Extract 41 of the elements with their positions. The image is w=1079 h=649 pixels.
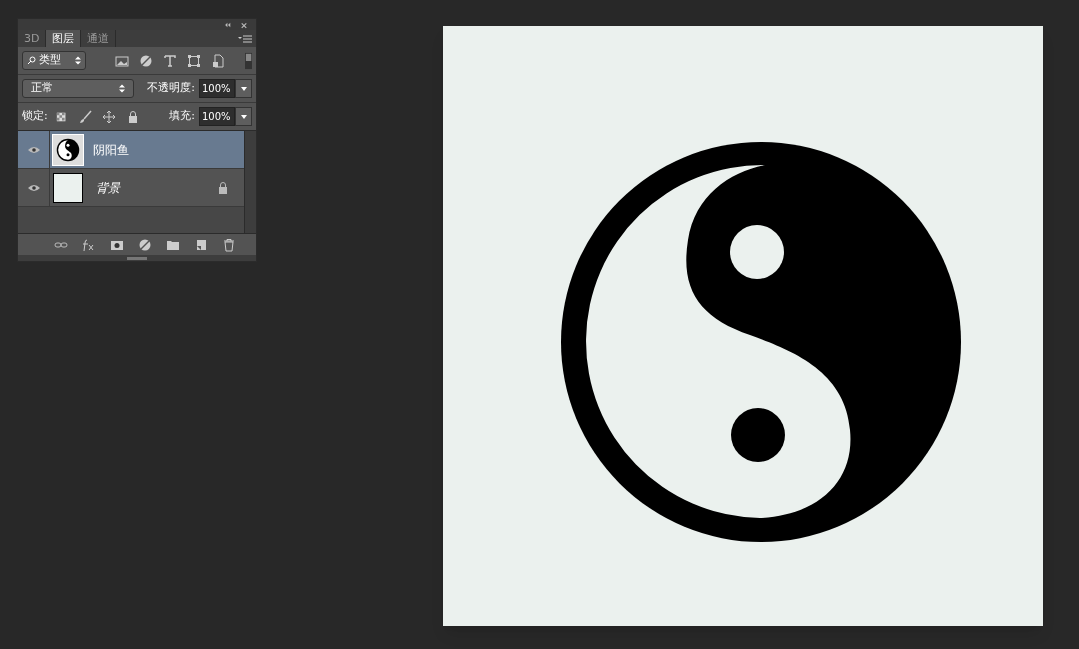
up-down-arrows-icon (119, 84, 125, 93)
lock-label: 锁定: (22, 108, 48, 125)
fill-dropdown-button[interactable] (235, 107, 252, 126)
fill-label: 填充: (169, 108, 195, 125)
image-filter-icon[interactable] (114, 53, 129, 68)
adjustment-filter-icon[interactable] (138, 53, 153, 68)
layer-name: 阴阳鱼 (93, 141, 129, 159)
caret-icon (240, 114, 247, 119)
opacity-field[interactable]: 100% (199, 79, 235, 98)
filter-value: 类型 (39, 52, 62, 69)
yin-yang-thumbnail (52, 133, 84, 166)
type-filter-icon[interactable] (162, 53, 177, 68)
blend-mode-dropdown[interactable]: 正常 (22, 79, 134, 98)
panel-tab[interactable]: 图层 (46, 30, 82, 47)
filter-type-dropdown[interactable]: 类型 (22, 51, 86, 70)
brush-icon[interactable] (77, 109, 92, 124)
up-down-arrows-icon (74, 56, 81, 65)
layer-name: 背景 (96, 179, 120, 197)
panel-menu-icon[interactable] (238, 34, 252, 44)
eye-icon[interactable] (27, 183, 40, 192)
fill-field[interactable]: 100% (199, 107, 235, 126)
fx-icon[interactable] (82, 237, 96, 252)
shape-filter-icon[interactable] (186, 53, 201, 68)
smart-object-filter-icon[interactable] (210, 53, 225, 68)
panel-tab[interactable]: 通道 (81, 30, 117, 47)
scrollbar[interactable] (244, 131, 256, 233)
eye-icon[interactable] (27, 145, 40, 154)
layer-thumbnail (53, 172, 83, 203)
opacity-label: 不透明度: (147, 80, 195, 97)
search-icon (27, 56, 36, 65)
opacity-dropdown-button[interactable] (235, 79, 252, 98)
blend-mode-value: 正常 (31, 80, 54, 97)
layer-row[interactable]: 背景 (18, 169, 244, 207)
new-layer-icon[interactable] (194, 237, 208, 252)
trash-icon[interactable] (222, 237, 236, 252)
adjustment-icon[interactable] (138, 237, 152, 252)
layer-row[interactable]: 阴阳鱼 (18, 131, 244, 169)
caret-icon (240, 86, 247, 91)
move-icon[interactable] (101, 109, 116, 124)
resize-grip[interactable] (127, 256, 147, 260)
filter-toggle-switch[interactable] (244, 51, 252, 70)
